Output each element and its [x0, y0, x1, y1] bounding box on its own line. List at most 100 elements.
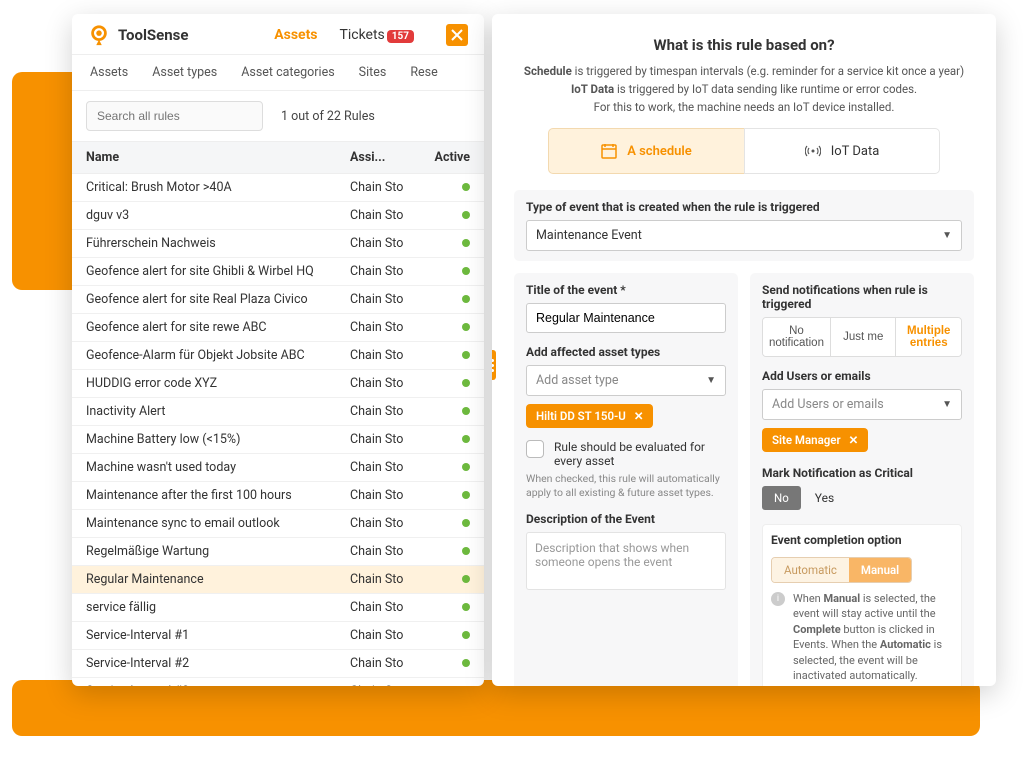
nav-assets[interactable]: Assets	[274, 27, 317, 43]
signal-icon	[805, 143, 821, 159]
notify-segmented: No notification Just me Multiple entries	[762, 317, 962, 357]
info-icon: i	[771, 592, 785, 606]
rule-assignee: Chain Sto	[350, 572, 420, 587]
event-title-input[interactable]	[526, 303, 726, 333]
subnav-sites[interactable]: Sites	[359, 65, 387, 80]
rule-active	[420, 544, 470, 559]
rule-row[interactable]: Regular MaintenanceChain Sto	[72, 566, 484, 594]
rule-row[interactable]: Service-Interval #3Chain Sto	[72, 678, 484, 686]
rule-active	[420, 488, 470, 503]
rule-name: Maintenance after the first 100 hours	[86, 488, 350, 503]
completion-auto[interactable]: Automatic	[772, 558, 849, 582]
subnav-asset-types[interactable]: Asset types	[152, 65, 217, 80]
remove-chip-icon[interactable]: ✕	[634, 409, 644, 423]
rule-row[interactable]: Critical: Brush Motor >40AChain Sto	[72, 174, 484, 202]
rule-row[interactable]: service fälligChain Sto	[72, 594, 484, 622]
title-label: Title of the event *	[526, 283, 726, 297]
brand-name: ToolSense	[118, 26, 188, 44]
rule-row[interactable]: Geofence alert for site Real Plaza Civic…	[72, 286, 484, 314]
critical-yes[interactable]: Yes	[815, 491, 834, 505]
rule-name: Geofence alert for site Ghibli & Wirbel …	[86, 264, 350, 279]
completion-segmented: Automatic Manual	[771, 557, 912, 583]
rule-name: Service-Interval #2	[86, 656, 350, 671]
status-dot-icon	[462, 211, 470, 219]
rule-row[interactable]: Geofence alert for site Ghibli & Wirbel …	[72, 258, 484, 286]
rule-row[interactable]: HUDDIG error code XYZChain Sto	[72, 370, 484, 398]
rule-row[interactable]: Machine Battery low (<15%)Chain Sto	[72, 426, 484, 454]
rule-row[interactable]: Maintenance after the first 100 hoursCha…	[72, 482, 484, 510]
rule-row[interactable]: Führerschein NachweisChain Sto	[72, 230, 484, 258]
rule-assignee: Chain Sto	[350, 404, 420, 419]
rule-assignee: Chain Sto	[350, 208, 420, 223]
subnav-rese[interactable]: Rese	[410, 65, 437, 80]
rule-name: Geofence alert for site rewe ABC	[86, 320, 350, 335]
rule-name: Maintenance sync to email outlook	[86, 516, 350, 531]
rule-name: Machine wasn't used today	[86, 460, 350, 475]
rule-row[interactable]: Geofence-Alarm für Objekt Jobsite ABCCha…	[72, 342, 484, 370]
rule-active	[420, 348, 470, 363]
notify-none[interactable]: No notification	[763, 318, 830, 356]
status-dot-icon	[462, 379, 470, 387]
notify-justme[interactable]: Just me	[830, 318, 896, 356]
rule-active	[420, 572, 470, 587]
rule-active	[420, 684, 470, 686]
rule-row[interactable]: Geofence alert for site rewe ABCChain St…	[72, 314, 484, 342]
rule-active	[420, 600, 470, 615]
rule-row[interactable]: Service-Interval #2Chain Sto	[72, 650, 484, 678]
users-select[interactable]: Add Users or emails▼	[762, 389, 962, 420]
rule-assignee: Chain Sto	[350, 516, 420, 531]
users-label: Add Users or emails	[762, 369, 962, 383]
rule-active	[420, 404, 470, 419]
rule-name: service fällig	[86, 600, 350, 615]
rules-count: 1 out of 22 Rules	[281, 109, 375, 124]
chevron-down-icon: ▼	[706, 375, 716, 386]
tickets-badge: 157	[387, 30, 414, 43]
nav-tickets[interactable]: Tickets157	[340, 27, 415, 43]
rule-row[interactable]: Machine wasn't used todayChain Sto	[72, 454, 484, 482]
critical-no[interactable]: No	[762, 486, 801, 510]
event-type-label: Type of event that is created when the r…	[526, 200, 962, 214]
rule-name: Service-Interval #1	[86, 628, 350, 643]
rule-active	[420, 292, 470, 307]
critical-label: Mark Notification as Critical	[762, 466, 962, 480]
rule-editor-panel: What is this rule based on? Schedule is …	[492, 14, 996, 686]
rule-row[interactable]: Inactivity AlertChain Sto	[72, 398, 484, 426]
status-dot-icon	[462, 659, 470, 667]
th-name[interactable]: Name	[86, 150, 350, 165]
subnav-assets[interactable]: Assets	[90, 65, 128, 80]
status-dot-icon	[462, 463, 470, 471]
th-assi[interactable]: Assi...	[350, 150, 420, 165]
subnav-asset-categories[interactable]: Asset categories	[241, 65, 334, 80]
rule-row[interactable]: Regelmäßige WartungChain Sto	[72, 538, 484, 566]
rule-name: HUDDIG error code XYZ	[86, 376, 350, 391]
rule-name: Regular Maintenance	[86, 572, 350, 587]
rules-list-panel: ToolSense Assets Tickets157 Assets Asset…	[72, 14, 484, 686]
status-dot-icon	[462, 183, 470, 191]
rule-name: Führerschein Nachweis	[86, 236, 350, 251]
status-dot-icon	[462, 239, 470, 247]
rule-active	[420, 208, 470, 223]
status-dot-icon	[462, 295, 470, 303]
rule-row[interactable]: Service-Interval #1Chain Sto	[72, 622, 484, 650]
every-asset-checkbox[interactable]	[526, 440, 544, 458]
remove-chip-icon[interactable]: ✕	[849, 433, 859, 447]
status-dot-icon	[462, 519, 470, 527]
notify-multiple[interactable]: Multiple entries	[895, 318, 961, 356]
asset-type-chip: Hilti DD ST 150-U✕	[526, 404, 653, 428]
rule-row[interactable]: dguv v3Chain Sto	[72, 202, 484, 230]
status-dot-icon	[462, 351, 470, 359]
tab-iot[interactable]: IoT Data	[744, 128, 940, 174]
description-textarea[interactable]: Description that shows when someone open…	[526, 532, 726, 590]
asset-type-select[interactable]: Add asset type▼	[526, 365, 726, 396]
event-type-select[interactable]: Maintenance Event▼	[526, 220, 962, 251]
close-button[interactable]	[446, 24, 468, 46]
search-input[interactable]	[86, 101, 263, 131]
th-active[interactable]: Active	[420, 150, 470, 165]
rule-active	[420, 264, 470, 279]
drag-handle[interactable]	[492, 350, 496, 380]
rule-name: Regelmäßige Wartung	[86, 544, 350, 559]
tab-schedule[interactable]: A schedule	[548, 128, 744, 174]
rule-active	[420, 656, 470, 671]
completion-manual[interactable]: Manual	[849, 558, 911, 582]
rule-row[interactable]: Maintenance sync to email outlookChain S…	[72, 510, 484, 538]
